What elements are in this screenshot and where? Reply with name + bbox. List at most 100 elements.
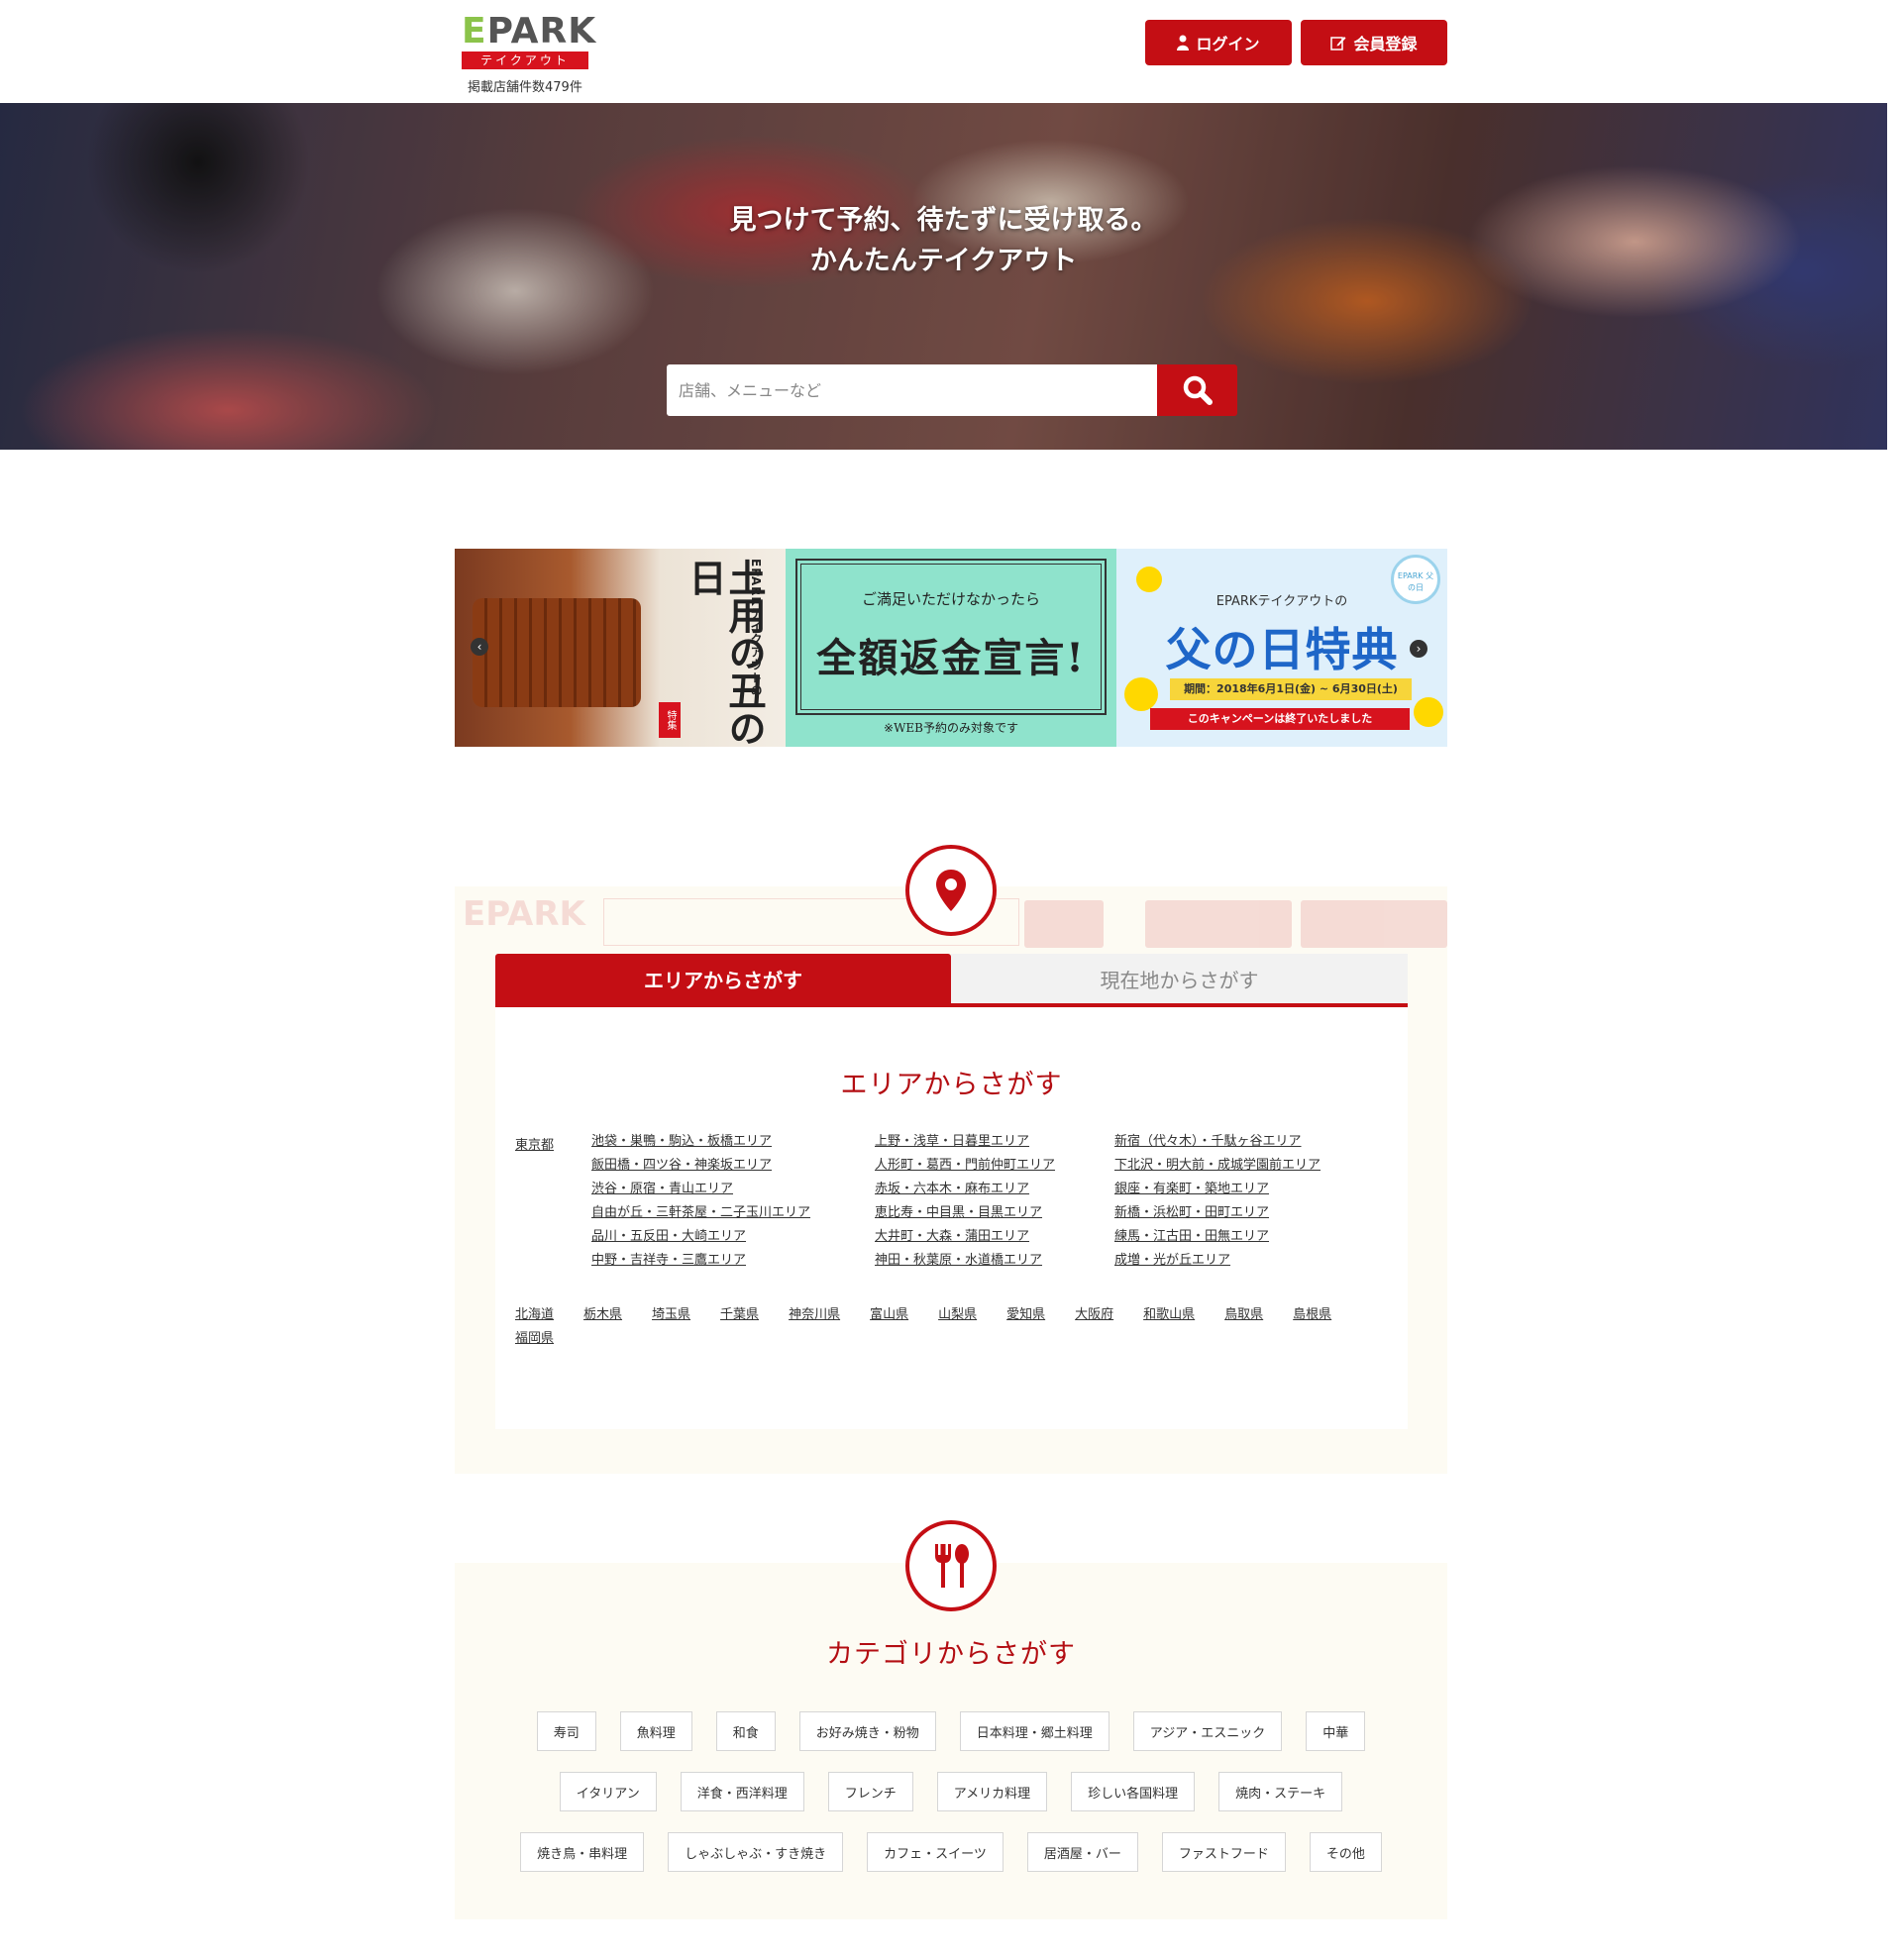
pref-link[interactable]: 福岡県: [515, 1327, 554, 1351]
banner3-title: 父の日特典: [1165, 623, 1399, 676]
banner-carousel: ‹ EPARKテイクアウトの 土用の丑の日 特集 ご満足いただけなかったら 全額…: [455, 549, 1447, 747]
site-logo[interactable]: EPARK テイクアウト: [462, 11, 597, 69]
hero-title: 見つけて予約、待たずに受け取る。 かんたんテイクアウト: [0, 200, 1887, 281]
area-link[interactable]: 人形町・葛西・門前仲町エリア: [875, 1154, 1055, 1178]
area-section-icon: [905, 845, 997, 936]
pref-link[interactable]: 千葉県: [720, 1303, 759, 1327]
category-row-3: 焼き鳥・串料理 しゃぶしゃぶ・すき焼き カフェ・スイーツ 居酒屋・バー ファスト…: [455, 1832, 1447, 1872]
category-button[interactable]: その他: [1309, 1832, 1382, 1872]
banner-fathers-day[interactable]: EPARK 父の日 EPARKテイクアウトの 父の日特典 › 期間：2018年6…: [1116, 549, 1447, 747]
tab-current-location[interactable]: 現在地からさがす: [951, 954, 1408, 1003]
category-button[interactable]: イタリアン: [559, 1772, 657, 1811]
area-list-card: エリアからさがす 東京都 池袋・巣鴨・駒込・板橋エリア 飯田橋・四ツ谷・神楽坂エ…: [495, 1007, 1408, 1429]
pref-link-tokyo[interactable]: 東京都: [515, 1134, 554, 1153]
category-button[interactable]: 焼き鳥・串料理: [520, 1832, 645, 1872]
banner-refund[interactable]: ご満足いただけなかったら 全額返金宣言! ※WEB予約のみ対象です: [786, 549, 1116, 747]
banner2-main-text: 全額返金宣言!: [816, 635, 1086, 681]
area-link[interactable]: 下北沢・明大前・成城学園前エリア: [1114, 1154, 1321, 1178]
banner3-period: 期間：2018年6月1日(金) ~ 6月30日(土): [1170, 678, 1412, 700]
tokyo-area-column-2: 上野・浅草・日暮里エリア 人形町・葛西・門前仲町エリア 赤坂・六本木・麻布エリア…: [875, 1134, 1055, 1277]
login-button[interactable]: ログイン: [1145, 20, 1292, 65]
category-button[interactable]: 中華: [1306, 1711, 1366, 1751]
area-link[interactable]: 恵比寿・中目黒・目黒エリア: [875, 1201, 1055, 1225]
pref-link[interactable]: 埼玉県: [652, 1303, 690, 1327]
category-button[interactable]: ファストフード: [1161, 1832, 1286, 1872]
ghost-login-button: [1145, 900, 1292, 948]
pref-link[interactable]: 山梨県: [938, 1303, 977, 1327]
login-label: ログイン: [1196, 35, 1260, 53]
pref-link[interactable]: 和歌山県: [1143, 1303, 1195, 1327]
category-button[interactable]: 寿司: [536, 1711, 596, 1751]
banner3-ended-notice: このキャンペーンは終了いたしました: [1150, 708, 1410, 730]
search-input[interactable]: [667, 364, 1157, 416]
pref-link[interactable]: 富山県: [870, 1303, 908, 1327]
flower-icon: [1414, 697, 1443, 727]
category-button[interactable]: 魚料理: [619, 1711, 692, 1751]
area-link[interactable]: 自由が丘・三軒茶屋・二子玉川エリア: [591, 1201, 810, 1225]
category-button[interactable]: フレンチ: [827, 1772, 913, 1811]
category-button[interactable]: 焼肉・ステーキ: [1218, 1772, 1343, 1811]
category-heading: カテゴリからさがす: [826, 1639, 1076, 1670]
category-button[interactable]: 洋食・西洋料理: [680, 1772, 804, 1811]
search-button[interactable]: [1157, 364, 1237, 416]
area-link[interactable]: 大井町・大森・蒲田エリア: [875, 1225, 1055, 1249]
category-button[interactable]: 珍しい各国料理: [1071, 1772, 1196, 1811]
area-heading: エリアからさがす: [840, 1070, 1063, 1100]
fork-spoon-icon: [935, 1544, 969, 1588]
search-icon: [1183, 375, 1213, 405]
register-button[interactable]: 会員登録: [1301, 20, 1447, 65]
category-button[interactable]: 日本料理・郷土料理: [959, 1711, 1110, 1751]
edit-icon: [1330, 37, 1346, 51]
pref-link[interactable]: 北海道: [515, 1303, 554, 1327]
tokyo-area-column-3: 新宿（代々木）・千駄ヶ谷エリア 下北沢・明大前・成城学園前エリア 銀座・有楽町・…: [1114, 1134, 1321, 1277]
pref-link[interactable]: 大阪府: [1075, 1303, 1113, 1327]
category-button[interactable]: 居酒屋・バー: [1026, 1832, 1138, 1872]
area-link[interactable]: 銀座・有楽町・築地エリア: [1114, 1178, 1321, 1201]
banner2-note: ※WEB予約のみ対象です: [884, 721, 1018, 735]
area-link[interactable]: 飯田橋・四ツ谷・神楽坂エリア: [591, 1154, 810, 1178]
carousel-prev-icon[interactable]: ‹: [471, 638, 488, 656]
area-link[interactable]: 上野・浅草・日暮里エリア: [875, 1130, 1055, 1154]
area-link[interactable]: 渋谷・原宿・青山エリア: [591, 1178, 810, 1201]
banner2-top-text: ご満足いただけなかったら: [861, 590, 1040, 608]
area-link[interactable]: 成増・光が丘エリア: [1114, 1249, 1321, 1273]
pref-link[interactable]: 神奈川県: [789, 1303, 840, 1327]
flower-icon: [1124, 677, 1158, 711]
category-button[interactable]: アジア・エスニック: [1132, 1711, 1283, 1751]
area-link[interactable]: 中野・吉祥寺・三鷹エリア: [591, 1249, 810, 1273]
category-button[interactable]: カフェ・スイーツ: [867, 1832, 1004, 1872]
pref-link[interactable]: 栃木県: [583, 1303, 622, 1327]
banner1-seal: 特集: [659, 702, 681, 738]
map-pin-icon: [936, 870, 966, 911]
ghost-logo: EPARK: [463, 894, 585, 934]
category-button[interactable]: お好み焼き・粉物: [798, 1711, 936, 1751]
category-button[interactable]: アメリカ料理: [936, 1772, 1048, 1811]
pref-link[interactable]: 愛知県: [1006, 1303, 1045, 1327]
register-label: 会員登録: [1353, 35, 1418, 53]
category-button[interactable]: 和食: [715, 1711, 776, 1751]
area-link[interactable]: 品川・五反田・大崎エリア: [591, 1225, 810, 1249]
hero-banner: 見つけて予約、待たずに受け取る。 かんたんテイクアウト: [0, 103, 1887, 450]
store-count: 掲載店舗件数479件: [468, 80, 582, 95]
logo-wordmark-rest: PARK: [486, 11, 597, 52]
area-link[interactable]: 新宿（代々木）・千駄ヶ谷エリア: [1114, 1130, 1321, 1154]
category-button[interactable]: しゃぶしゃぶ・すき焼き: [668, 1832, 844, 1872]
area-link[interactable]: 練馬・江古田・田無エリア: [1114, 1225, 1321, 1249]
pref-link[interactable]: 島根県: [1293, 1303, 1331, 1327]
banner-doyo-no-ushi[interactable]: ‹ EPARKテイクアウトの 土用の丑の日 特集: [455, 549, 786, 747]
logo-wordmark: EPARK: [462, 11, 597, 52]
site-header: EPARK テイクアウト 掲載店舗件数479件 ログイン 会員登録: [0, 0, 1902, 103]
area-link[interactable]: 神田・秋葉原・水道橋エリア: [875, 1249, 1055, 1273]
unagi-image: [473, 598, 641, 707]
tab-area-search[interactable]: エリアからさがす: [495, 954, 951, 1003]
category-section-icon: [905, 1520, 997, 1611]
area-link[interactable]: 赤坂・六本木・麻布エリア: [875, 1178, 1055, 1201]
ghost-search-button: [1024, 900, 1104, 948]
pref-link[interactable]: 鳥取県: [1224, 1303, 1263, 1327]
area-link[interactable]: 池袋・巣鴨・駒込・板橋エリア: [591, 1130, 810, 1154]
carousel-next-icon[interactable]: ›: [1410, 640, 1427, 658]
area-link[interactable]: 新橋・浜松町・田町エリア: [1114, 1201, 1321, 1225]
ghost-register-button: [1301, 900, 1447, 948]
hero-title-line1: 見つけて予約、待たずに受け取る。: [729, 205, 1158, 236]
hero-title-line2: かんたんテイクアウト: [809, 246, 1078, 276]
